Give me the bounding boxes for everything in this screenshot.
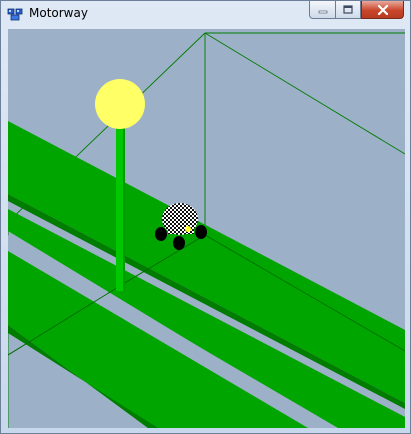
app-window: Motorway: [0, 0, 411, 434]
maximize-button[interactable]: [335, 1, 361, 19]
car-wheel-front-left: [155, 227, 167, 241]
close-icon: [377, 4, 388, 15]
lamp-light: [95, 79, 145, 129]
window-title: Motorway: [29, 6, 88, 20]
car-wheel-front-right: [195, 225, 207, 239]
title-bar[interactable]: Motorway: [1, 1, 410, 27]
3d-viewport[interactable]: [8, 29, 405, 428]
car-wheel-rear: [173, 236, 185, 250]
car-headlight: [185, 226, 191, 232]
minimize-icon: [318, 10, 327, 13]
app-icon: [7, 8, 23, 21]
motorway-scene: [8, 29, 405, 428]
caption-buttons: [309, 1, 404, 21]
minimize-button[interactable]: [309, 1, 335, 19]
close-button[interactable]: [361, 1, 404, 19]
maximize-icon: [343, 4, 353, 14]
lamp-post-shade: [123, 125, 125, 291]
